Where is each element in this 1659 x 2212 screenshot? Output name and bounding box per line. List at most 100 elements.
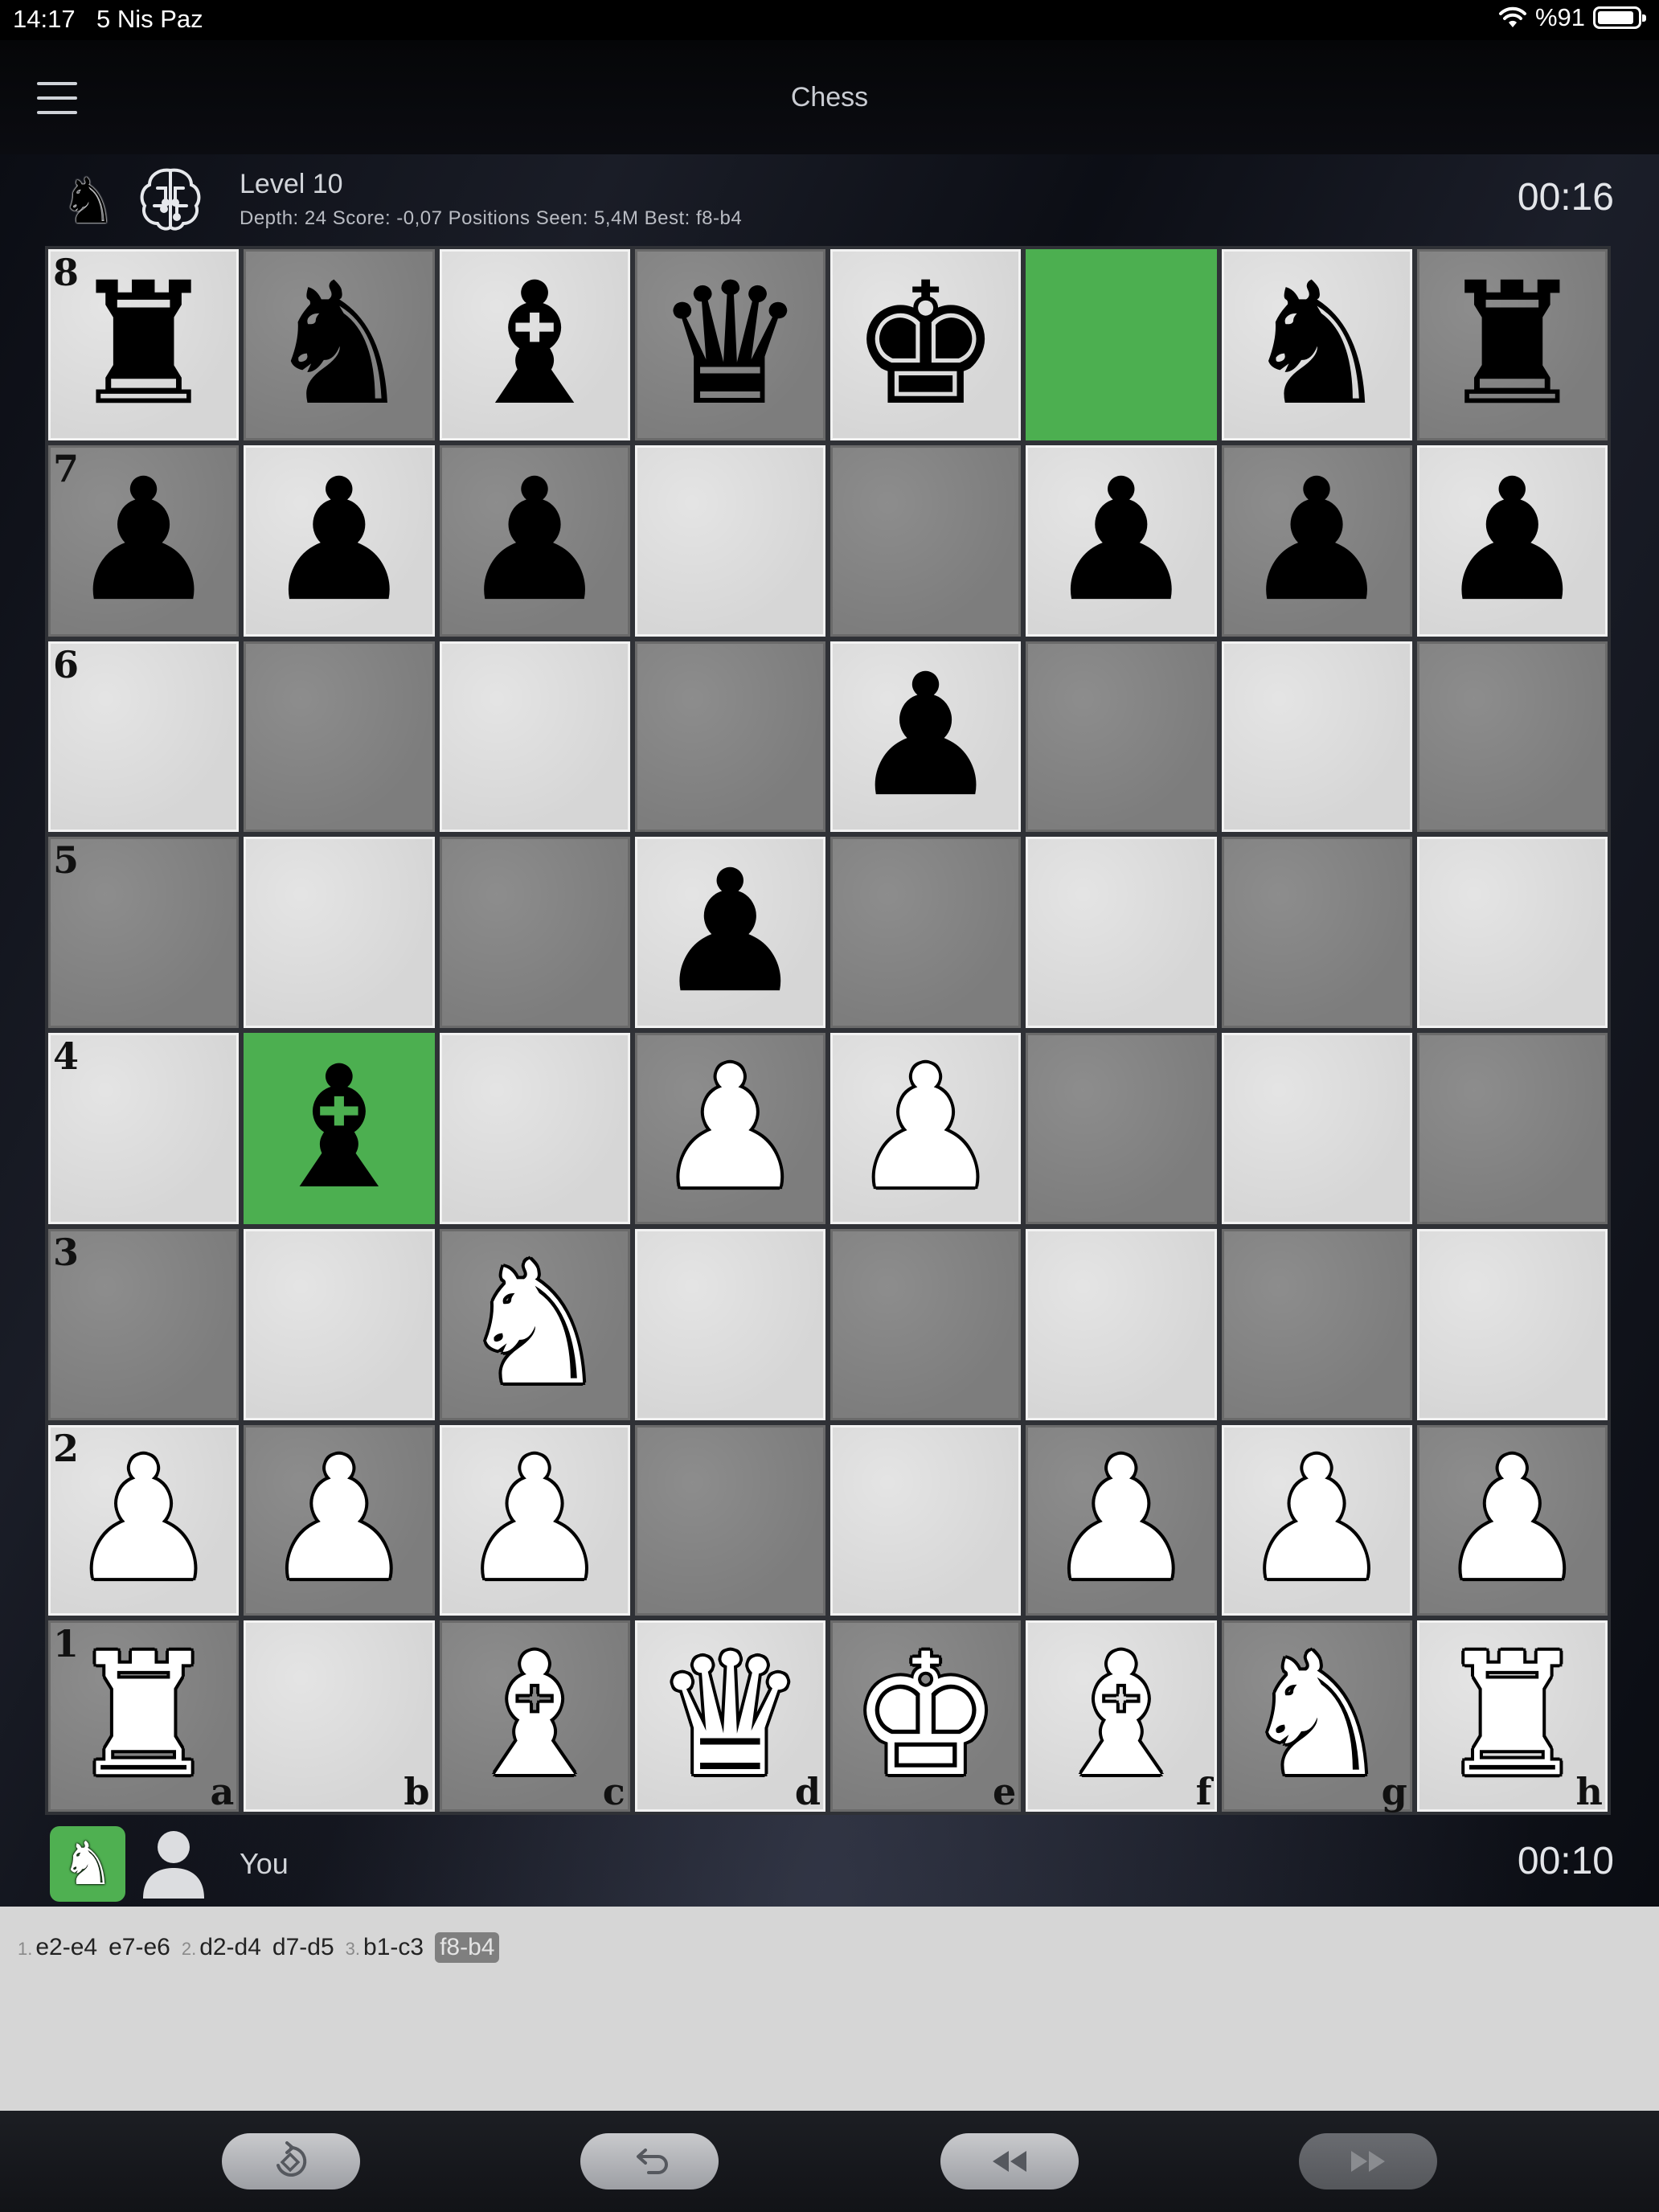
move-black[interactable]: f8-b4 xyxy=(435,1932,500,1963)
square-d8[interactable]: ♛ xyxy=(634,249,825,440)
rewind-button[interactable] xyxy=(940,2133,1079,2189)
white-rook-icon[interactable]: ♜ xyxy=(68,1632,219,1800)
square-f6[interactable] xyxy=(1026,641,1217,833)
square-e4[interactable]: ♟ xyxy=(830,1033,1022,1224)
square-f8[interactable] xyxy=(1026,249,1217,440)
square-e7[interactable] xyxy=(830,444,1022,637)
black-bishop-icon[interactable]: ♝ xyxy=(459,260,610,429)
square-b1[interactable]: b xyxy=(244,1620,435,1813)
square-e8[interactable]: ♚ xyxy=(830,249,1022,440)
square-g1[interactable]: g ♞ xyxy=(1221,1620,1412,1813)
square-e6[interactable]: ♟ xyxy=(830,641,1022,833)
black-bishop-icon[interactable]: ♝ xyxy=(264,1043,415,1213)
black-pawn-icon[interactable]: ♟ xyxy=(1046,456,1197,625)
rotate-board-button[interactable] xyxy=(222,2133,360,2189)
square-e3[interactable] xyxy=(830,1228,1022,1420)
square-b8[interactable]: ♞ xyxy=(244,249,435,440)
square-b2[interactable]: ♟ xyxy=(244,1424,435,1616)
square-e5[interactable] xyxy=(830,837,1022,1028)
square-f5[interactable] xyxy=(1026,837,1217,1028)
square-a5[interactable]: 5 xyxy=(48,837,240,1028)
square-h5[interactable] xyxy=(1416,837,1608,1028)
square-g7[interactable]: ♟ xyxy=(1221,444,1412,637)
square-h2[interactable]: ♟ xyxy=(1416,1424,1608,1616)
square-e2[interactable] xyxy=(830,1424,1022,1616)
move-black[interactable]: e7-e6 xyxy=(109,1934,170,1961)
square-b7[interactable]: ♟ xyxy=(244,444,435,637)
square-h7[interactable]: ♟ xyxy=(1416,444,1608,637)
white-rook-icon[interactable]: ♜ xyxy=(1436,1632,1587,1800)
white-knight-icon[interactable]: ♞ xyxy=(459,1239,610,1409)
black-queen-icon[interactable]: ♛ xyxy=(654,260,805,429)
white-pawn-icon[interactable]: ♟ xyxy=(459,1436,610,1604)
black-pawn-icon[interactable]: ♟ xyxy=(459,456,610,625)
white-pawn-icon[interactable]: ♟ xyxy=(1241,1436,1392,1604)
square-d1[interactable]: d ♛ xyxy=(634,1620,825,1813)
square-d3[interactable] xyxy=(634,1228,825,1420)
black-king-icon[interactable]: ♚ xyxy=(850,260,1001,429)
move-black[interactable]: d7-d5 xyxy=(272,1934,334,1961)
square-g8[interactable]: ♞ xyxy=(1221,249,1412,440)
square-c6[interactable] xyxy=(439,641,630,833)
black-pawn-icon[interactable]: ♟ xyxy=(654,848,805,1017)
square-a8[interactable]: 8 ♜ xyxy=(48,249,240,440)
black-rook-icon[interactable]: ♜ xyxy=(68,260,219,429)
square-a2[interactable]: 2 ♟ xyxy=(48,1424,240,1616)
chess-board[interactable]: 8 ♜ ♞ ♝ ♛ ♚ ♞ ♜ 7 ♟ ♟ ♟ ♟ ♟ ♟ 6 ♟ 5 ♟ 4 ♝ ♟ ♟ 3 ♞ 2 ♟ ♟ ♟ ♟ ♟ ♟ 1 a ♜ b c ♝ d ♛… xyxy=(45,246,1611,1815)
square-g6[interactable] xyxy=(1221,641,1412,833)
square-e1[interactable]: e ♚ xyxy=(830,1620,1022,1813)
square-b3[interactable] xyxy=(244,1228,435,1420)
square-b5[interactable] xyxy=(244,837,435,1028)
square-d4[interactable]: ♟ xyxy=(634,1033,825,1224)
square-d5[interactable]: ♟ xyxy=(634,837,825,1028)
black-knight-icon[interactable]: ♞ xyxy=(264,260,415,429)
undo-button[interactable] xyxy=(580,2133,719,2189)
white-pawn-icon[interactable]: ♟ xyxy=(264,1436,415,1604)
black-pawn-icon[interactable]: ♟ xyxy=(264,456,415,625)
square-d7[interactable] xyxy=(634,444,825,637)
square-a7[interactable]: 7 ♟ xyxy=(48,444,240,637)
white-bishop-icon[interactable]: ♝ xyxy=(459,1632,610,1800)
white-pawn-icon[interactable]: ♟ xyxy=(1046,1436,1197,1604)
white-pawn-icon[interactable]: ♟ xyxy=(850,1043,1001,1213)
white-queen-icon[interactable]: ♛ xyxy=(654,1632,805,1800)
square-c3[interactable]: ♞ xyxy=(439,1228,630,1420)
square-a6[interactable]: 6 xyxy=(48,641,240,833)
black-pawn-icon[interactable]: ♟ xyxy=(850,652,1001,821)
square-f4[interactable] xyxy=(1026,1033,1217,1224)
white-bishop-icon[interactable]: ♝ xyxy=(1046,1632,1197,1800)
black-rook-icon[interactable]: ♜ xyxy=(1436,260,1587,429)
square-d6[interactable] xyxy=(634,641,825,833)
white-pawn-icon[interactable]: ♟ xyxy=(1436,1436,1587,1604)
square-d2[interactable] xyxy=(634,1424,825,1616)
square-g2[interactable]: ♟ xyxy=(1221,1424,1412,1616)
square-a3[interactable]: 3 xyxy=(48,1228,240,1420)
square-h4[interactable] xyxy=(1416,1033,1608,1224)
square-c1[interactable]: c ♝ xyxy=(439,1620,630,1813)
square-g3[interactable] xyxy=(1221,1228,1412,1420)
white-king-icon[interactable]: ♚ xyxy=(850,1632,1001,1800)
square-f3[interactable] xyxy=(1026,1228,1217,1420)
square-f7[interactable]: ♟ xyxy=(1026,444,1217,637)
square-b4[interactable]: ♝ xyxy=(244,1033,435,1224)
square-a1[interactable]: 1 a ♜ xyxy=(48,1620,240,1813)
move-white[interactable]: d2-d4 xyxy=(199,1934,261,1961)
square-h3[interactable] xyxy=(1416,1228,1608,1420)
white-pawn-icon[interactable]: ♟ xyxy=(654,1043,805,1213)
black-pawn-icon[interactable]: ♟ xyxy=(1241,456,1392,625)
black-pawn-icon[interactable]: ♟ xyxy=(68,456,219,625)
square-c4[interactable] xyxy=(439,1033,630,1224)
square-c8[interactable]: ♝ xyxy=(439,249,630,440)
move-white[interactable]: e2-e4 xyxy=(35,1934,97,1961)
square-a4[interactable]: 4 xyxy=(48,1033,240,1224)
black-pawn-icon[interactable]: ♟ xyxy=(1436,456,1587,625)
square-c2[interactable]: ♟ xyxy=(439,1424,630,1616)
square-f1[interactable]: f ♝ xyxy=(1026,1620,1217,1813)
square-g4[interactable] xyxy=(1221,1033,1412,1224)
square-c7[interactable]: ♟ xyxy=(439,444,630,637)
square-h1[interactable]: h ♜ xyxy=(1416,1620,1608,1813)
black-knight-icon[interactable]: ♞ xyxy=(1241,260,1392,429)
square-g5[interactable] xyxy=(1221,837,1412,1028)
square-c5[interactable] xyxy=(439,837,630,1028)
square-h6[interactable] xyxy=(1416,641,1608,833)
